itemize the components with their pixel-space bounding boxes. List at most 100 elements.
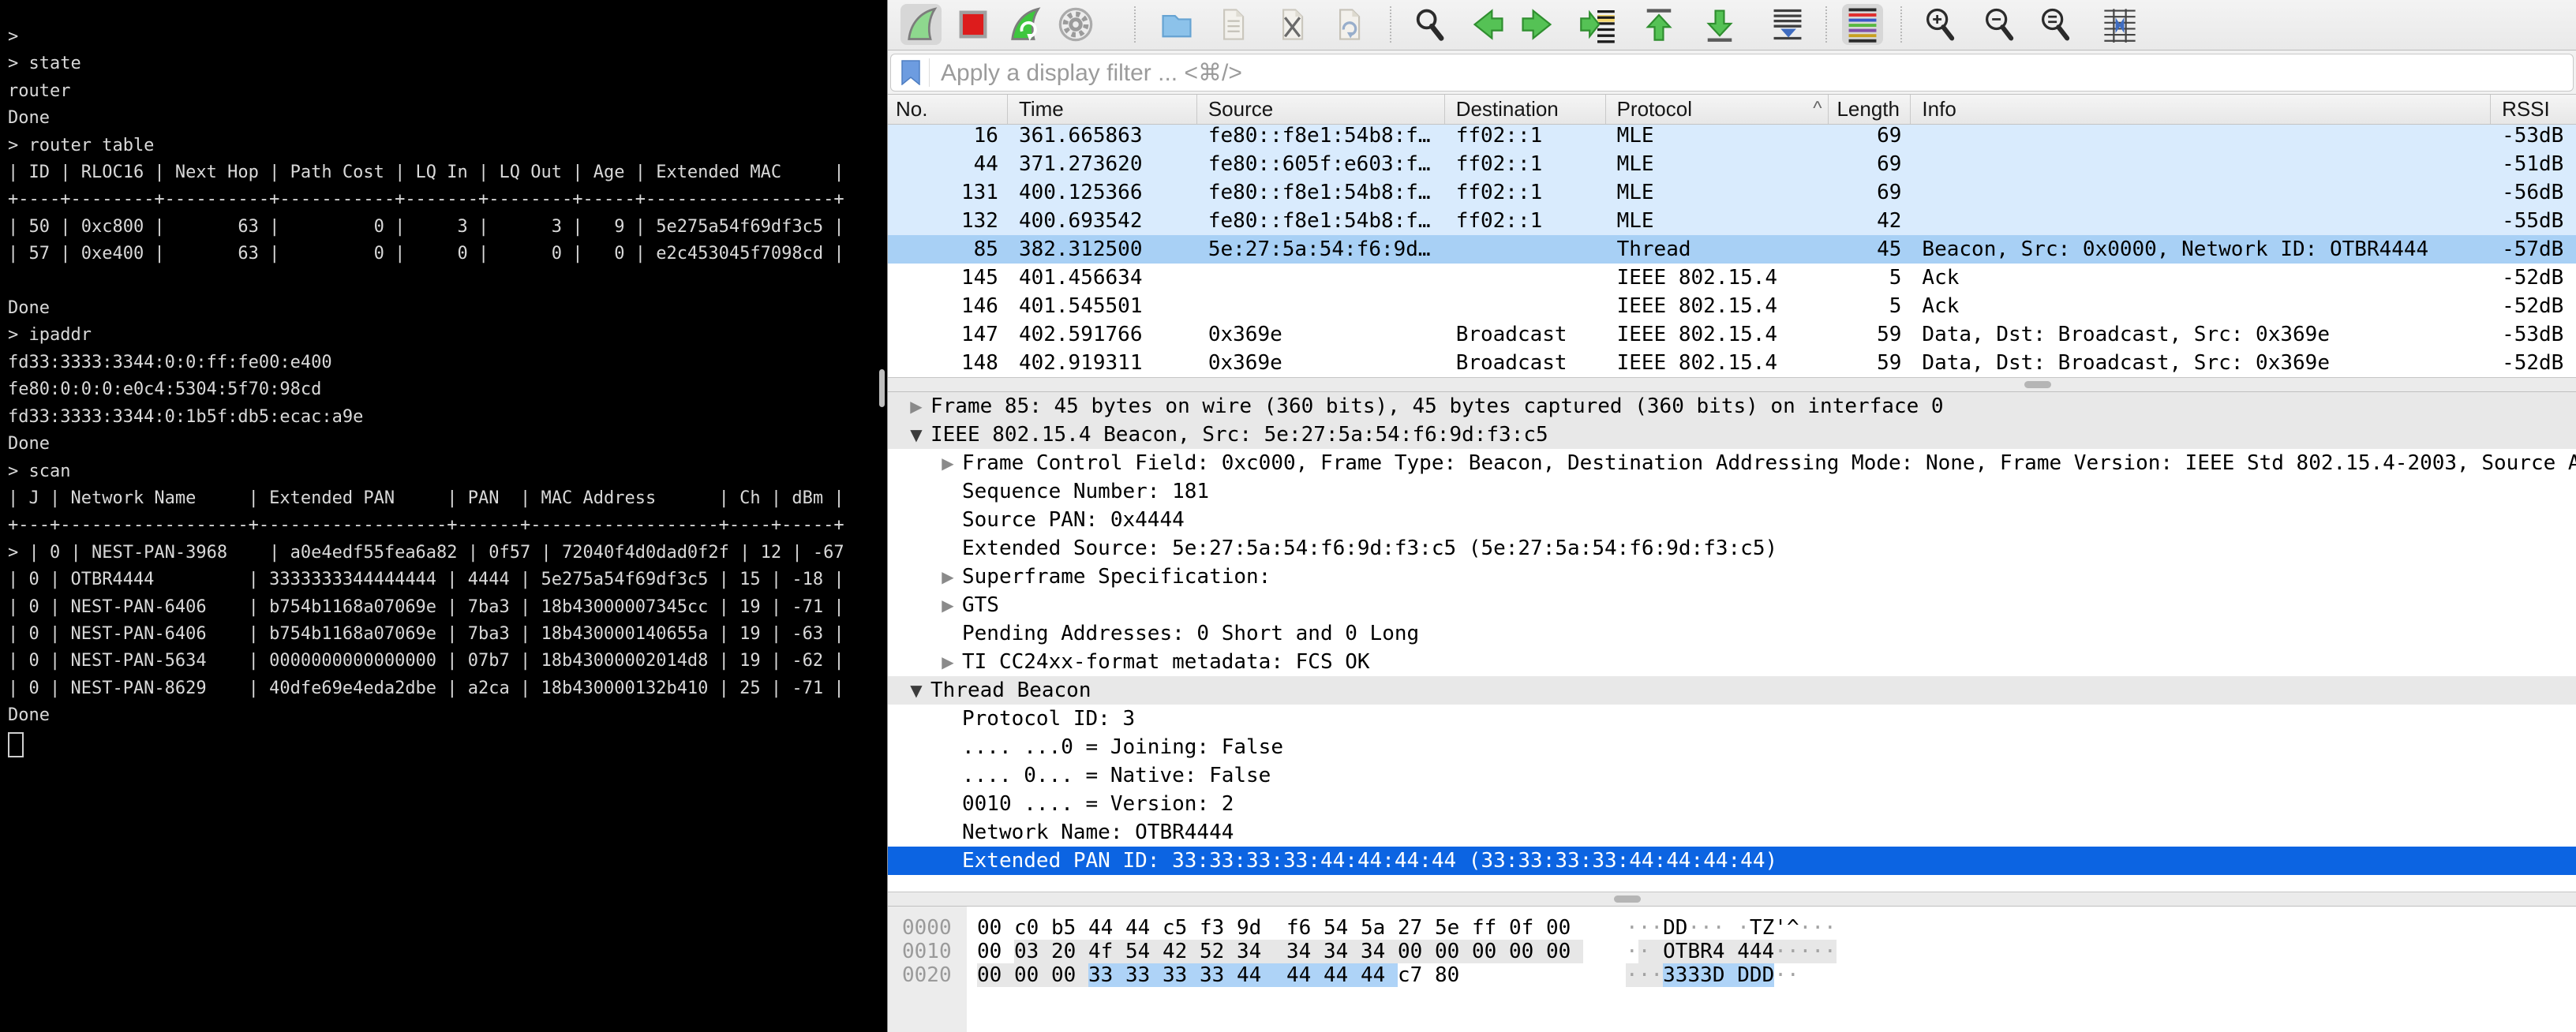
detail-row[interactable]: ▶Superframe Specification: — [888, 563, 2576, 591]
cell-destination: Broadcast — [1445, 320, 1606, 349]
scrollbar-thumb[interactable] — [1614, 896, 1641, 903]
packet-row-16[interactable]: 16361.665863fe80::f8e1:54b8:f…ff02::1MLE… — [888, 125, 2576, 150]
hex-offset: 0010 — [902, 940, 952, 963]
column-header-destination[interactable]: Destination — [1445, 95, 1606, 124]
reload-file-button[interactable] — [1328, 4, 1369, 45]
packet-row-131[interactable]: 131400.125366fe80::f8e1:54b8:f…ff02::1ML… — [888, 178, 2576, 207]
open-file-button[interactable] — [1156, 4, 1197, 45]
cell-protocol: IEEE 802.15.4 — [1606, 349, 1829, 377]
go-back-button[interactable] — [1468, 4, 1509, 45]
go-to-first-button[interactable] — [1638, 4, 1679, 45]
go-forward-button[interactable] — [1516, 4, 1557, 45]
chevron-collapsed-icon[interactable]: ▶ — [934, 567, 962, 586]
cell-source: fe80::f8e1:54b8:f… — [1197, 178, 1445, 207]
colorize-button[interactable] — [1842, 4, 1883, 45]
packet-row-146[interactable]: 146401.545501IEEE 802.15.45Ack-52dB — [888, 292, 2576, 320]
list-detail-splitter[interactable] — [888, 377, 2576, 392]
capture-options-button[interactable] — [1055, 4, 1096, 45]
bookmark-icon[interactable] — [897, 58, 924, 87]
find-packet-button[interactable] — [1410, 4, 1451, 45]
detail-row[interactable]: Sequence Number: 181 — [888, 477, 2576, 506]
scrollbar-thumb[interactable] — [2024, 381, 2051, 388]
auto-scroll-button[interactable] — [1767, 4, 1808, 45]
cell-length: 59 — [1829, 320, 1911, 349]
column-header-info[interactable]: Info — [1911, 95, 2491, 124]
column-header-no[interactable]: No. — [888, 95, 1008, 124]
cell-no: 145 — [888, 264, 1008, 292]
restart-capture-button[interactable] — [1004, 4, 1045, 45]
chevron-collapsed-icon[interactable]: ▶ — [934, 454, 962, 473]
hex-bytes: 0003204f544252343434340000000000 — [977, 940, 1583, 963]
cell-time: 400.693542 — [1008, 207, 1197, 235]
detail-text: GTS — [962, 593, 999, 617]
detail-row[interactable]: ▼IEEE 802.15.4 Beacon, Src: 5e:27:5a:54:… — [888, 421, 2576, 449]
detail-row[interactable]: Extended Source: 5e:27:5a:54:f6:9d:f3:c5… — [888, 534, 2576, 563]
resize-columns-button[interactable] — [2099, 4, 2140, 45]
detail-row[interactable]: .... ...0 = Joining: False — [888, 733, 2576, 761]
stop-capture-button[interactable] — [953, 4, 994, 45]
column-header-rssi[interactable]: RSSI — [2491, 95, 2576, 124]
packet-row-145[interactable]: 145401.456634IEEE 802.15.45Ack-52dB — [888, 264, 2576, 292]
packet-list-header: No.TimeSourceDestinationProtocol^LengthI… — [888, 95, 2576, 125]
terminal-scrollbar[interactable] — [879, 369, 885, 407]
hex-row-0000[interactable]: 000000c0b54444c5f39df6545a275eff0f00···D… — [888, 916, 2576, 940]
packet-row-85[interactable]: 85382.3125005e:27:5a:54:f6:9d…Thread45Be… — [888, 235, 2576, 264]
detail-row[interactable]: ▶GTS — [888, 591, 2576, 619]
display-filter-input[interactable]: Apply a display filter ... <⌘/> — [890, 54, 2574, 92]
detail-row[interactable]: .... 0... = Native: False — [888, 761, 2576, 790]
detail-text: Extended PAN ID: 33:33:33:33:44:44:44:44… — [962, 849, 1777, 873]
hex-row-0020[interactable]: 00200000003333333344444444c780···3333D D… — [888, 963, 2576, 987]
detail-row[interactable]: Protocol ID: 3 — [888, 705, 2576, 733]
cell-info — [1911, 150, 2491, 178]
cell-protocol: MLE — [1606, 150, 1829, 178]
detail-row[interactable]: Network Name: OTBR4444 — [888, 818, 2576, 847]
hex-row-0010[interactable]: 00100003204f544252343434340000000000·· O… — [888, 940, 2576, 963]
go-to-packet-button[interactable] — [1577, 4, 1618, 45]
detail-row[interactable]: ▶Frame 85: 45 bytes on wire (360 bits), … — [888, 392, 2576, 421]
cell-source: 5e:27:5a:54:f6:9d… — [1197, 235, 1445, 264]
detail-row[interactable]: Extended PAN ID: 33:33:33:33:44:44:44:44… — [888, 847, 2576, 875]
save-file-button[interactable] — [1212, 4, 1253, 45]
column-header-length[interactable]: Length — [1829, 95, 1911, 124]
chevron-expanded-icon[interactable]: ▼ — [902, 425, 930, 444]
detail-text: Extended Source: 5e:27:5a:54:f6:9d:f3:c5… — [962, 537, 1777, 560]
detail-row[interactable]: 0010 .... = Version: 2 — [888, 790, 2576, 818]
zoom-100-button[interactable] — [2035, 4, 2076, 45]
detail-hex-splitter[interactable] — [888, 892, 2576, 907]
detail-row[interactable]: Source PAN: 0x4444 — [888, 506, 2576, 534]
chevron-expanded-icon[interactable]: ▼ — [902, 681, 930, 700]
packet-row-148[interactable]: 148402.9193110x369eBroadcastIEEE 802.15.… — [888, 349, 2576, 377]
packet-row-132[interactable]: 132400.693542fe80::f8e1:54b8:f…ff02::1ML… — [888, 207, 2576, 235]
go-to-last-button[interactable] — [1699, 4, 1740, 45]
packet-row-44[interactable]: 44371.273620fe80::605f:e603:f…ff02::1MLE… — [888, 150, 2576, 178]
close-file-button[interactable] — [1271, 4, 1312, 45]
column-header-protocol[interactable]: Protocol^ — [1606, 95, 1829, 124]
detail-row[interactable]: ▶TI CC24xx-format metadata: FCS OK — [888, 648, 2576, 676]
auto-scroll-icon — [1769, 6, 1807, 43]
packet-row-147[interactable]: 147402.5917660x369eBroadcastIEEE 802.15.… — [888, 320, 2576, 349]
detail-row[interactable]: ▼Thread Beacon — [888, 676, 2576, 705]
cell-time: 402.591766 — [1008, 320, 1197, 349]
chevron-collapsed-icon[interactable]: ▶ — [934, 652, 962, 671]
terminal-pane[interactable]: > > state router Done > router table | I… — [0, 0, 887, 1032]
column-header-source[interactable]: Source — [1197, 95, 1445, 124]
column-header-time[interactable]: Time — [1008, 95, 1197, 124]
zoom-in-icon — [1922, 6, 1960, 43]
detail-row[interactable]: ▶Frame Control Field: 0xc000, Frame Type… — [888, 449, 2576, 477]
zoom-in-button[interactable] — [1920, 4, 1961, 45]
hex-dump-pane[interactable]: 000000c0b54444c5f39df6545a275eff0f00···D… — [888, 907, 2576, 1032]
cell-no: 146 — [888, 292, 1008, 320]
zoom-out-button[interactable] — [1979, 4, 2020, 45]
detail-row[interactable]: Pending Addresses: 0 Short and 0 Long — [888, 619, 2576, 648]
chevron-collapsed-icon[interactable]: ▶ — [934, 596, 962, 615]
cell-protocol: MLE — [1606, 125, 1829, 150]
start-capture-button[interactable] — [900, 4, 942, 45]
toolbar-separator — [1134, 6, 1136, 43]
detail-text: IEEE 802.15.4 Beacon, Src: 5e:27:5a:54:f… — [930, 423, 1548, 447]
cell-time: 401.545501 — [1008, 292, 1197, 320]
resize-columns-icon — [2101, 6, 2139, 43]
cell-length: 59 — [1829, 349, 1911, 377]
chevron-collapsed-icon[interactable]: ▶ — [902, 397, 930, 416]
cell-protocol: IEEE 802.15.4 — [1606, 320, 1829, 349]
cell-info: Data, Dst: Broadcast, Src: 0x369e — [1911, 320, 2491, 349]
